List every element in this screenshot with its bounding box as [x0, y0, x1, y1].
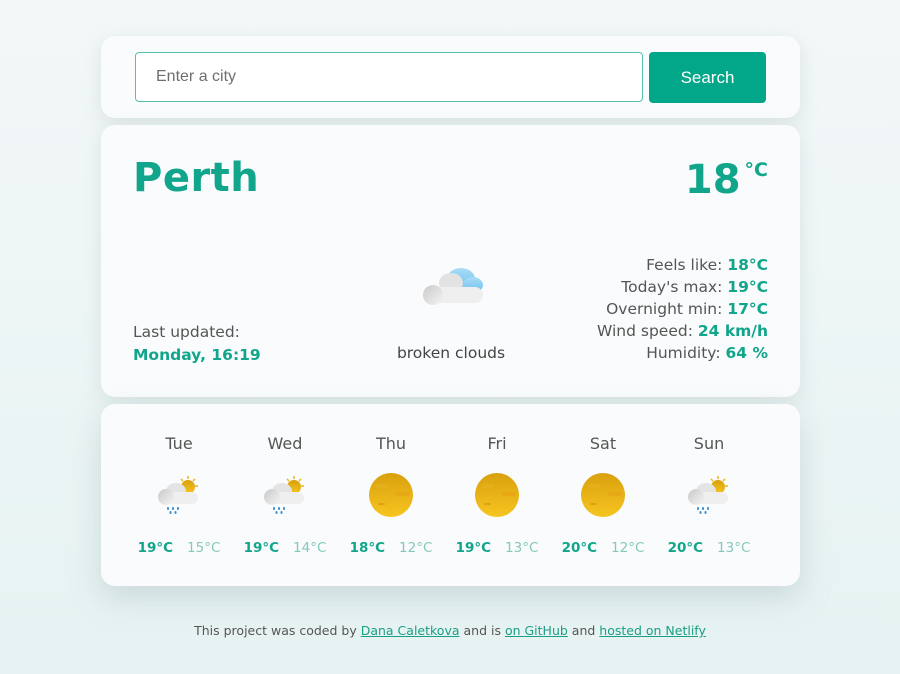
city-search-input[interactable] [135, 52, 643, 102]
forecast-day-name: Tue [165, 434, 193, 453]
forecast-day: Wed 19°C 14°C [232, 432, 338, 556]
detail-label: Feels like: [646, 256, 723, 274]
detail-value: 64 % [725, 344, 769, 362]
forecast-max: 19°C [243, 540, 280, 556]
forecast-day: Fri 19°C 13°C [444, 432, 550, 556]
weather-details: Feels like: 18°C Today's max: 19°C Overn… [597, 254, 768, 364]
detail-value: 19°C [727, 278, 768, 296]
forecast-day-name: Fri [487, 434, 507, 453]
detail-value: 17°C [727, 300, 768, 318]
forecast-temps: 20°C 13°C [656, 540, 762, 556]
github-link[interactable]: on GitHub [505, 623, 568, 638]
detail-overnight-min: Overnight min: 17°C [597, 298, 768, 320]
sun-icon [581, 473, 625, 517]
footer-text: and is [459, 623, 505, 638]
sun-icon [369, 473, 413, 517]
detail-label: Wind speed: [597, 322, 693, 340]
footer: This project was coded by Dana Caletkova… [0, 623, 900, 638]
search-button[interactable]: Search [649, 52, 766, 103]
sun-cloud-rain-icon [687, 475, 729, 515]
sun-cloud-rain-icon [157, 475, 199, 515]
forecast-days: Tue 19°C 15°C Wed 19°C 14°C Thu 18°C 12°C F… [126, 432, 762, 556]
detail-value: 18°C [727, 256, 768, 274]
last-updated: Last updated: Monday, 16:19 [133, 321, 261, 367]
detail-label: Overnight min: [606, 300, 723, 318]
weather-description: broken clouds [396, 344, 506, 362]
forecast-min: 13°C [717, 540, 751, 556]
forecast-day-name: Sun [693, 434, 725, 453]
forecast-day: Sat 20°C 12°C [550, 432, 656, 556]
forecast-min: 13°C [505, 540, 539, 556]
footer-text: This project was coded by [194, 623, 361, 638]
detail-today-max: Today's max: 19°C [597, 276, 768, 298]
forecast-day-name: Thu [375, 434, 407, 453]
detail-humidity: Humidity: 64 % [597, 342, 768, 364]
forecast-max: 20°C [561, 540, 598, 556]
forecast-day-name: Wed [267, 434, 303, 453]
temperature-unit[interactable]: °C [745, 159, 768, 181]
detail-label: Today's max: [621, 278, 723, 296]
temperature-value: 18 [684, 157, 741, 203]
detail-label: Humidity: [646, 344, 721, 362]
last-updated-label: Last updated: [133, 323, 240, 341]
forecast-max: 20°C [667, 540, 704, 556]
forecast-min: 12°C [611, 540, 645, 556]
forecast-min: 15°C [187, 540, 221, 556]
city-name: Perth [133, 155, 260, 201]
forecast-temps: 19°C 14°C [232, 540, 338, 556]
forecast-temps: 19°C 13°C [444, 540, 550, 556]
current-temperature: 18 °C [685, 157, 768, 203]
forecast-min: 14°C [293, 540, 327, 556]
author-link[interactable]: Dana Caletkova [361, 623, 460, 638]
current-weather-card: Perth 18 °C Last updated: Monday, 16:19 b… [101, 125, 800, 397]
forecast-day: Tue 19°C 15°C [126, 432, 232, 556]
sun-icon [475, 473, 519, 517]
forecast-min: 12°C [399, 540, 433, 556]
sun-cloud-rain-icon [263, 475, 305, 515]
forecast-card: Tue 19°C 15°C Wed 19°C 14°C Thu 18°C 12°C F… [101, 404, 800, 586]
forecast-max: 19°C [137, 540, 174, 556]
detail-wind-speed: Wind speed: 24 km/h [597, 320, 768, 342]
detail-feels-like: Feels like: 18°C [597, 254, 768, 276]
forecast-day: Sun 20°C 13°C [656, 432, 762, 556]
forecast-day: Thu 18°C 12°C [338, 432, 444, 556]
forecast-temps: 20°C 12°C [550, 540, 656, 556]
netlify-link[interactable]: hosted on Netlify [599, 623, 706, 638]
footer-text: and [567, 623, 600, 638]
forecast-max: 19°C [455, 540, 492, 556]
detail-value: 24 km/h [697, 322, 768, 340]
forecast-max: 18°C [349, 540, 386, 556]
search-card: Search [101, 36, 800, 118]
forecast-temps: 18°C 12°C [338, 540, 444, 556]
broken-clouds-icon [423, 268, 483, 305]
forecast-temps: 19°C 15°C [126, 540, 232, 556]
forecast-day-name: Sat [589, 434, 617, 453]
last-updated-value: Monday, 16:19 [133, 346, 261, 364]
